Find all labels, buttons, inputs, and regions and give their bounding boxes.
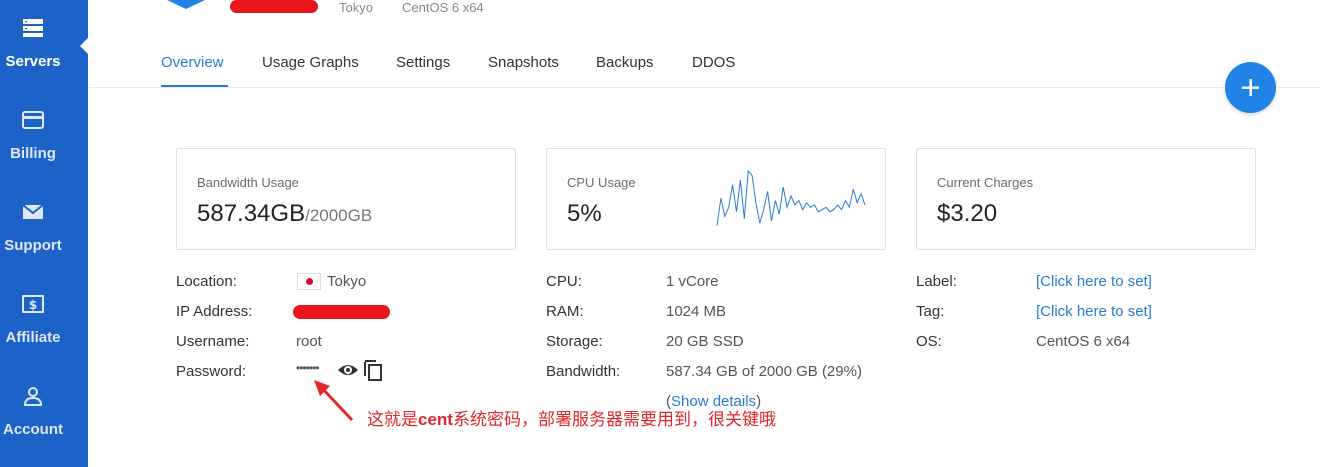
bandwidth-limit: /2000GB [305,206,373,225]
bandwidth-value: 587.34 GB of 2000 GB (29%) [666,363,862,380]
sidebar-item-label: Support [4,237,62,254]
card-value: 587.34GB/2000GB [197,200,372,228]
card-title: Bandwidth Usage [197,175,299,190]
plus-icon [1242,79,1259,96]
user-icon [23,387,43,406]
sidebar: Servers Billing Support $ Affiliate Acco… [0,0,88,467]
annotation-note: 这就是cent系统密码，部署服务器需要用到，很关键哦 [367,405,776,430]
cpu-sparkline-line [716,169,866,226]
copy-icon[interactable] [362,358,384,382]
add-button[interactable] [1225,62,1276,113]
eye-icon[interactable] [337,361,359,379]
sidebar-item-billing[interactable]: Billing [0,98,88,190]
label-label: Label: [916,273,957,290]
card-title: Current Charges [937,175,1034,190]
credit-card-icon [22,111,44,129]
tab-usage-graphs[interactable]: Usage Graphs [262,54,359,71]
tab-settings[interactable]: Settings [396,54,450,71]
redacted-server-name [230,0,318,13]
sidebar-item-label: Servers [5,53,61,70]
storage-value: 20 GB SSD [666,333,744,350]
server-logo-icon [167,0,205,9]
cpu-sparkline [716,169,866,226]
dollar-icon: $ [22,295,44,313]
os-label: OS: [916,333,942,350]
sidebar-item-label: Account [3,421,63,438]
servers-icon [23,19,43,37]
sidebar-item-label: Billing [10,145,56,162]
tab-backups[interactable]: Backups [596,54,654,71]
tag-label: Tag: [916,303,945,320]
tab-ddos[interactable]: DDOS [692,54,735,71]
sidebar-item-support[interactable]: Support [0,190,88,282]
japan-flag-icon [297,273,321,290]
card-value: 5% [567,200,602,227]
bandwidth-used: 587.34GB [197,200,306,227]
card-value: $3.20 [937,200,998,227]
label-set-link[interactable]: [Click here to set] [1036,273,1152,290]
password-value: ••••••• [296,361,319,375]
sidebar-item-label: Affiliate [5,329,61,346]
password-label: Password: [176,363,247,380]
annotation-text-after: 系统密码，部署服务器需要用到，很关键哦 [452,410,776,429]
header-os: CentOS 6 x64 [402,0,484,15]
tab-snapshots[interactable]: Snapshots [488,54,559,71]
tag-set-link[interactable]: [Click here to set] [1036,303,1152,320]
sidebar-item-servers[interactable]: Servers [0,6,88,98]
cpu-label: CPU: [546,273,582,290]
cpu-usage-card: CPU Usage 5% [546,148,886,250]
annotation-text-before: 这就是 [367,410,418,429]
os-value: CentOS 6 x64 [1036,333,1131,350]
ip-address-label: IP Address: [176,303,253,320]
location-label: Location: [176,273,237,290]
redacted-ip-address [293,305,390,319]
tabs-divider [88,87,1320,88]
username-value: root [296,333,322,350]
ram-value: 1024 MB [666,303,727,320]
header-location: Tokyo [339,0,373,15]
card-title: CPU Usage [567,175,636,190]
sidebar-item-affiliate[interactable]: $ Affiliate [0,282,88,374]
bandwidth-usage-card: Bandwidth Usage 587.34GB/2000GB [176,148,516,250]
annotation-arrow-icon [314,380,354,422]
envelope-icon [22,204,44,219]
storage-label: Storage: [546,333,603,350]
ram-label: RAM: [546,303,584,320]
username-label: Username: [176,333,250,350]
tab-overview[interactable]: Overview [161,54,224,71]
svg-text:$: $ [29,298,37,312]
sidebar-item-account[interactable]: Account [0,374,88,466]
annotation-text-bold: cent [418,410,453,429]
cpu-value: 1 vCore [666,273,719,290]
bandwidth-label: Bandwidth: [546,363,621,380]
current-charges-card: Current Charges $3.20 [916,148,1256,250]
location-value: Tokyo [327,273,367,290]
active-indicator [80,38,88,54]
